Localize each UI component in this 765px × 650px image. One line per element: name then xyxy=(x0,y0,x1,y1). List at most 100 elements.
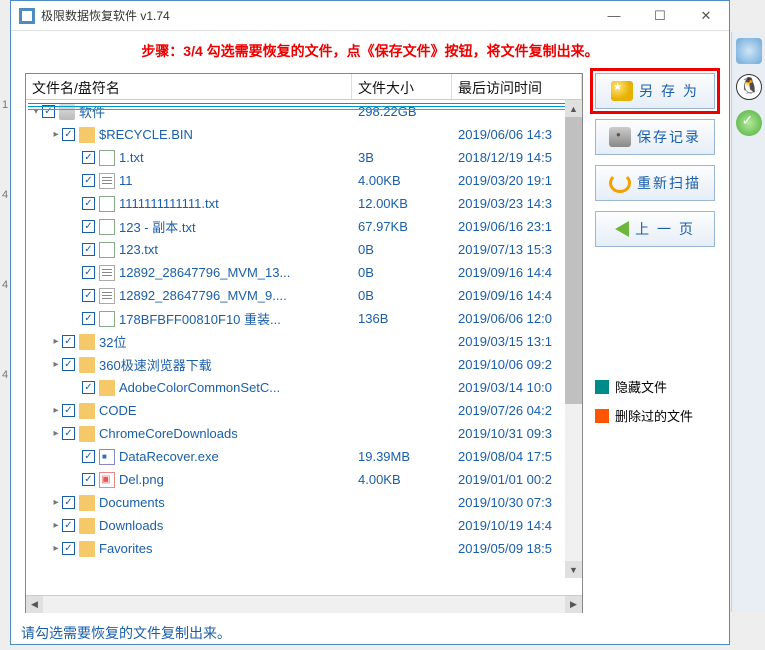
file-size: 12.00KB xyxy=(352,196,452,211)
file-row[interactable]: 1111111111111.txt12.00KB2019/03/23 14:3 xyxy=(26,192,582,215)
row-checkbox[interactable] xyxy=(62,404,75,417)
expand-arrow[interactable]: ▸ xyxy=(50,520,62,531)
file-time: 2019/10/31 09:3 xyxy=(452,426,582,441)
file-name-label: 11 xyxy=(119,173,133,188)
expand-arrow[interactable]: ▸ xyxy=(50,359,62,370)
list-body: ▾软件298.22GB▸$RECYCLE.BIN2019/06/06 14:31… xyxy=(26,100,582,595)
file-name-label: 1.txt xyxy=(119,150,144,165)
row-checkbox[interactable] xyxy=(82,266,95,279)
row-checkbox[interactable] xyxy=(62,427,75,440)
expand-arrow[interactable]: ▸ xyxy=(50,497,62,508)
file-row[interactable]: ▸32位2019/03/15 13:1 xyxy=(26,330,582,353)
file-name-label: Del.png xyxy=(119,472,164,487)
save-as-label: 另 存 为 xyxy=(639,81,699,101)
hscroll-track[interactable] xyxy=(43,596,565,613)
row-checkbox[interactable] xyxy=(62,542,75,555)
sidebar-cloud-icon[interactable] xyxy=(736,38,762,64)
close-button[interactable]: ✕ xyxy=(683,1,729,31)
file-row[interactable]: 1.txt3B2018/12/19 14:5 xyxy=(26,146,582,169)
row-checkbox[interactable] xyxy=(82,289,95,302)
rescan-button[interactable]: 重新扫描 xyxy=(595,165,715,201)
expand-arrow[interactable]: ▾ xyxy=(30,106,42,117)
file-time: 2019/10/19 14:4 xyxy=(452,518,582,533)
save-as-button[interactable]: 另 存 为 xyxy=(595,73,715,109)
app-window: 极限数据恢复软件 v1.74 — ☐ ✕ 步骤：3/4 勾选需要恢复的文件，点《… xyxy=(10,0,730,645)
column-size[interactable]: 文件大小 xyxy=(352,74,452,99)
expand-arrow[interactable]: ▸ xyxy=(50,336,62,347)
scroll-track[interactable] xyxy=(565,404,582,561)
row-checkbox[interactable] xyxy=(82,473,95,486)
scroll-right-button[interactable]: ▶ xyxy=(565,596,582,613)
maximize-button[interactable]: ☐ xyxy=(637,1,683,31)
file-name-label: 12892_28647796_MVM_9.... xyxy=(119,288,287,303)
file-name-label: 软件 xyxy=(79,102,105,121)
prev-label: 上 一 页 xyxy=(635,219,695,239)
file-name-label: 123 - 副本.txt xyxy=(119,217,196,236)
folder-icon xyxy=(79,403,95,419)
file-time: 2019/03/14 10:0 xyxy=(452,380,582,395)
folder-icon xyxy=(79,495,95,511)
file-row[interactable]: ▸Documents2019/10/30 07:3 xyxy=(26,491,582,514)
file-row[interactable]: ▸ChromeCoreDownloads2019/10/31 09:3 xyxy=(26,422,582,445)
row-checkbox[interactable] xyxy=(82,243,95,256)
window-title: 极限数据恢复软件 v1.74 xyxy=(41,7,591,24)
row-checkbox[interactable] xyxy=(62,496,75,509)
row-checkbox[interactable] xyxy=(82,381,95,394)
row-checkbox[interactable] xyxy=(62,128,75,141)
file-row[interactable]: Del.png4.00KB2019/01/01 00:2 xyxy=(26,468,582,491)
column-time[interactable]: 最后访问时间 xyxy=(452,74,582,99)
file-row[interactable]: ▸360极速浏览器下载2019/10/06 09:2 xyxy=(26,353,582,376)
file-row[interactable]: ▸Downloads2019/10/19 14:4 xyxy=(26,514,582,537)
file-name-label: AdobeColorCommonSetC... xyxy=(119,380,280,395)
file-row[interactable]: 123 - 副本.txt67.97KB2019/06/16 23:1 xyxy=(26,215,582,238)
file-row[interactable]: 12892_28647796_MVM_9....0B2019/09/16 14:… xyxy=(26,284,582,307)
horizontal-scrollbar[interactable]: ◀ ▶ xyxy=(26,595,582,612)
row-checkbox[interactable] xyxy=(82,151,95,164)
exe-icon xyxy=(99,449,115,465)
row-checkbox[interactable] xyxy=(82,197,95,210)
expand-arrow[interactable]: ▸ xyxy=(50,129,62,140)
expand-arrow[interactable]: ▸ xyxy=(50,405,62,416)
sidebar-check-icon[interactable] xyxy=(736,110,762,136)
file-name-label: Documents xyxy=(99,495,165,510)
save-record-button[interactable]: 保存记录 xyxy=(595,119,715,155)
row-checkbox[interactable] xyxy=(82,312,95,325)
scroll-left-button[interactable]: ◀ xyxy=(26,596,43,613)
row-checkbox[interactable] xyxy=(82,220,95,233)
row-checkbox[interactable] xyxy=(62,335,75,348)
txtcolor-icon xyxy=(99,311,115,327)
minimize-button[interactable]: — xyxy=(591,1,637,31)
sidebar-qq-icon[interactable] xyxy=(736,74,762,100)
file-time: 2019/07/26 04:2 xyxy=(452,403,582,418)
file-size: 0B xyxy=(352,265,452,280)
expand-arrow[interactable]: ▸ xyxy=(50,543,62,554)
file-row[interactable]: 114.00KB2019/03/20 19:1 xyxy=(26,169,582,192)
file-time: 2019/08/04 17:5 xyxy=(452,449,582,464)
row-checkbox[interactable] xyxy=(62,519,75,532)
file-row[interactable]: 12892_28647796_MVM_13...0B2019/09/16 14:… xyxy=(26,261,582,284)
file-time: 2019/06/16 23:1 xyxy=(452,219,582,234)
file-row[interactable]: DataRecover.exe19.39MB2019/08/04 17:5 xyxy=(26,445,582,468)
file-row[interactable]: 178BFBFF00810F10 重装...136B2019/06/06 12:… xyxy=(26,307,582,330)
expand-arrow[interactable]: ▸ xyxy=(50,428,62,439)
txt-icon xyxy=(99,288,115,304)
file-row[interactable]: 123.txt0B2019/07/13 15:3 xyxy=(26,238,582,261)
file-row[interactable]: AdobeColorCommonSetC... 2019/03/14 10:0 xyxy=(26,376,582,399)
row-checkbox[interactable] xyxy=(62,358,75,371)
column-name[interactable]: 文件名/盘符名 xyxy=(26,74,352,99)
folder-icon xyxy=(79,518,95,534)
file-time: 2018/12/19 14:5 xyxy=(452,150,582,165)
file-name-label: 123.txt xyxy=(119,242,158,257)
file-row[interactable]: ▸CODE2019/07/26 04:2 xyxy=(26,399,582,422)
file-row[interactable]: ▸Favorites2019/05/09 18:5 xyxy=(26,537,582,560)
row-checkbox[interactable] xyxy=(42,105,55,118)
prev-page-button[interactable]: 上 一 页 xyxy=(595,211,715,247)
scroll-up-button[interactable]: ▲ xyxy=(565,100,582,117)
scroll-down-button[interactable]: ▼ xyxy=(565,561,582,578)
vertical-scrollbar[interactable]: ▲ ▼ xyxy=(565,100,582,578)
folder-icon xyxy=(79,334,95,350)
file-row[interactable]: ▸$RECYCLE.BIN2019/06/06 14:3 xyxy=(26,123,582,146)
scroll-thumb[interactable] xyxy=(565,117,582,404)
row-checkbox[interactable] xyxy=(82,174,95,187)
row-checkbox[interactable] xyxy=(82,450,95,463)
